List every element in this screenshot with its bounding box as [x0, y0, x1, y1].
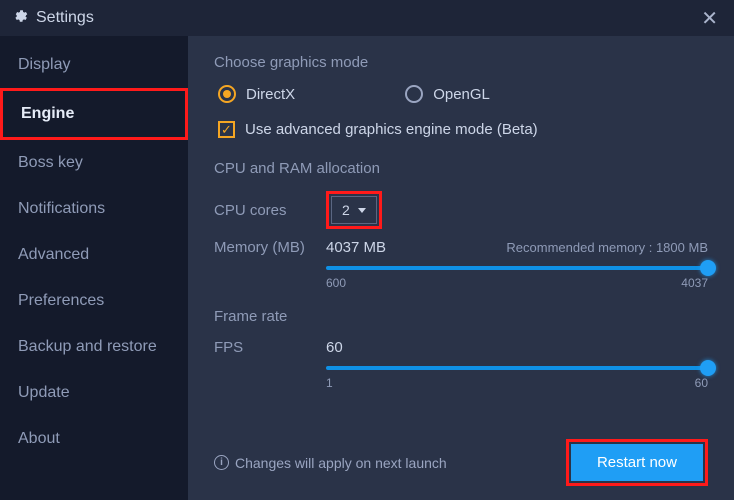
radio-circle-icon: [405, 85, 423, 103]
graphics-mode-title: Choose graphics mode: [214, 54, 708, 71]
checkbox-icon: ✓: [218, 121, 235, 138]
allocation-title: CPU and RAM allocation: [214, 160, 708, 177]
info-icon: i: [214, 455, 229, 470]
gear-icon: [12, 8, 28, 29]
cpu-cores-dropdown[interactable]: 2: [331, 196, 377, 224]
sidebar-item-about[interactable]: About: [0, 416, 188, 462]
radio-opengl[interactable]: OpenGL: [405, 85, 490, 103]
fps-slider-min: 1: [326, 376, 333, 390]
sidebar-item-engine[interactable]: Engine: [0, 88, 188, 140]
sidebar-item-update[interactable]: Update: [0, 370, 188, 416]
slider-thumb-icon[interactable]: [700, 360, 716, 376]
window-title: Settings: [36, 9, 697, 27]
recommended-memory: Recommended memory : 1800 MB: [506, 240, 708, 255]
fps-label: FPS: [214, 339, 326, 356]
memory-label: Memory (MB): [214, 239, 326, 256]
slider-thumb-icon[interactable]: [700, 260, 716, 276]
radio-directx[interactable]: DirectX: [218, 85, 295, 103]
advanced-engine-label: Use advanced graphics engine mode (Beta): [245, 121, 538, 138]
memory-value: 4037 MB: [326, 239, 506, 256]
sidebar-item-preferences[interactable]: Preferences: [0, 278, 188, 324]
titlebar: Settings ✕: [0, 0, 734, 36]
caret-down-icon: [358, 208, 366, 213]
memory-slider[interactable]: [326, 266, 708, 270]
sidebar: Display Engine Boss key Notifications Ad…: [0, 36, 188, 500]
restart-button[interactable]: Restart now: [571, 444, 703, 481]
memory-slider-min: 600: [326, 276, 346, 290]
content-panel: Choose graphics mode DirectX OpenGL ✓ Us…: [188, 36, 734, 500]
sidebar-item-display[interactable]: Display: [0, 42, 188, 88]
footer-note: i Changes will apply on next launch: [214, 455, 447, 471]
radio-opengl-label: OpenGL: [433, 86, 490, 103]
sidebar-item-boss-key[interactable]: Boss key: [0, 140, 188, 186]
fps-slider-max: 60: [695, 376, 708, 390]
frame-rate-title: Frame rate: [214, 308, 708, 325]
cpu-cores-value: 2: [342, 202, 350, 218]
fps-slider[interactable]: [326, 366, 708, 370]
radio-dot-icon: [218, 85, 236, 103]
cpu-cores-label: CPU cores: [214, 202, 326, 219]
footer-note-text: Changes will apply on next launch: [235, 455, 447, 471]
close-icon[interactable]: ✕: [697, 6, 722, 31]
sidebar-item-backup-restore[interactable]: Backup and restore: [0, 324, 188, 370]
sidebar-item-advanced[interactable]: Advanced: [0, 232, 188, 278]
sidebar-item-notifications[interactable]: Notifications: [0, 186, 188, 232]
advanced-engine-checkbox[interactable]: ✓ Use advanced graphics engine mode (Bet…: [214, 121, 708, 138]
fps-value: 60: [326, 339, 708, 356]
memory-slider-max: 4037: [681, 276, 708, 290]
radio-directx-label: DirectX: [246, 86, 295, 103]
